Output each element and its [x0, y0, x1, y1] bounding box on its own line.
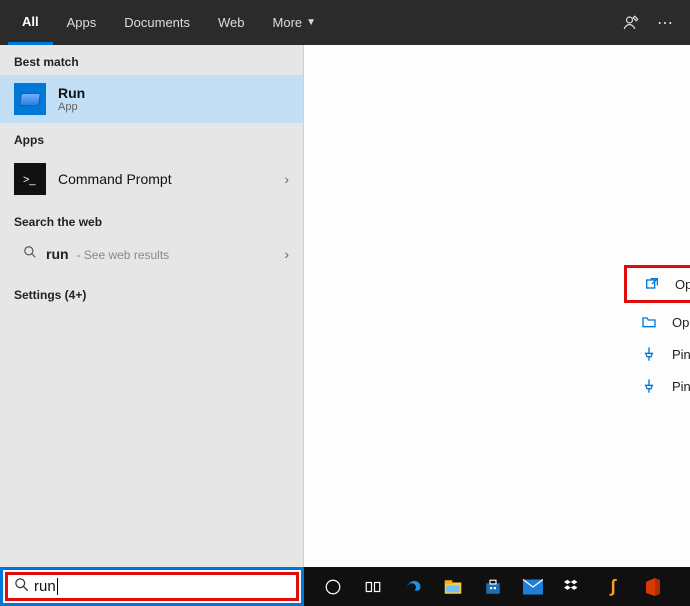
folder-icon	[640, 313, 658, 331]
result-subtitle: App	[58, 101, 85, 113]
chevron-right-icon: ›	[284, 246, 289, 262]
action-pin-to-start[interactable]: Pin to Start	[624, 338, 690, 370]
result-title: Command Prompt	[58, 171, 172, 187]
result-command-prompt[interactable]: >_ Command Prompt ›	[0, 153, 303, 205]
search-icon	[8, 577, 34, 596]
more-options-icon[interactable]: ⋯	[648, 0, 682, 45]
tab-more[interactable]: More▼	[259, 0, 331, 45]
svg-text:>_: >_	[23, 174, 36, 186]
tab-apps[interactable]: Apps	[53, 0, 111, 45]
action-label: Open file location	[672, 315, 690, 330]
search-icon	[14, 245, 46, 262]
action-label: Open	[675, 277, 690, 292]
tab-all[interactable]: All	[8, 0, 53, 45]
action-label: Pin to Start	[672, 347, 690, 362]
action-pin-to-taskbar[interactable]: Pin to taskbar	[624, 370, 690, 402]
web-secondary-text: - See web results	[76, 248, 169, 262]
dropbox-icon[interactable]	[562, 576, 584, 598]
results-panel: Best match Run App Apps >_ Command Promp…	[0, 45, 304, 567]
winamp-icon[interactable]: ∫	[602, 576, 624, 598]
open-icon	[643, 275, 661, 293]
feedback-icon[interactable]	[614, 0, 648, 45]
tab-documents[interactable]: Documents	[110, 0, 204, 45]
taskbar: run ∫	[0, 567, 690, 606]
result-web-search[interactable]: run - See web results ›	[0, 235, 303, 272]
microsoft-store-icon[interactable]	[482, 576, 504, 598]
task-view-icon[interactable]	[362, 576, 384, 598]
tab-web[interactable]: Web	[204, 0, 259, 45]
run-app-icon	[14, 83, 46, 115]
best-match-header: Best match	[0, 45, 303, 75]
result-run-app[interactable]: Run App	[0, 75, 303, 123]
pin-icon	[640, 345, 658, 363]
preview-panel: Run App Open Open file location Pin t	[304, 45, 690, 567]
web-query-text: run	[46, 246, 69, 262]
chevron-down-icon: ▼	[306, 17, 316, 28]
apps-header: Apps	[0, 123, 303, 153]
file-explorer-icon[interactable]	[442, 576, 464, 598]
chevron-right-icon: ›	[284, 171, 289, 187]
preview-actions: Open Open file location Pin to Start Pin…	[624, 265, 690, 402]
taskbar-search-box[interactable]: run	[0, 567, 304, 606]
cortana-icon[interactable]	[322, 576, 344, 598]
pin-icon	[640, 377, 658, 395]
action-open[interactable]: Open	[624, 265, 690, 303]
mail-icon[interactable]	[522, 576, 544, 598]
search-filter-bar: All Apps Documents Web More▼ ⋯	[0, 0, 690, 45]
action-label: Pin to taskbar	[672, 379, 690, 394]
command-prompt-icon: >_	[14, 163, 46, 195]
action-open-file-location[interactable]: Open file location	[624, 306, 690, 338]
settings-header[interactable]: Settings (4+)	[0, 272, 303, 308]
result-title: Run	[58, 85, 85, 101]
search-input[interactable]: run	[34, 578, 58, 595]
annotation-box-search: run	[5, 572, 299, 601]
search-web-header: Search the web	[0, 205, 303, 235]
office-icon[interactable]	[642, 576, 664, 598]
edge-icon[interactable]	[402, 576, 424, 598]
